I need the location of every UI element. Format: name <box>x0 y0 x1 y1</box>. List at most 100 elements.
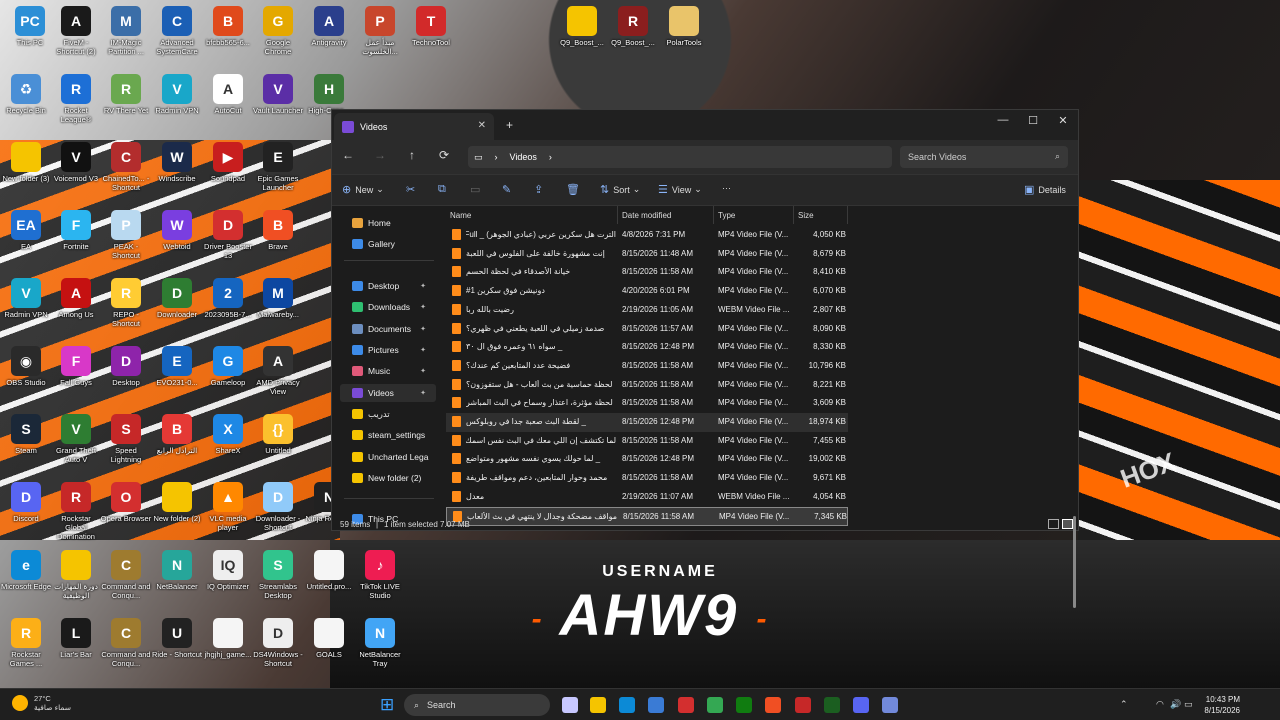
desktop-icon[interactable]: ◉ OBS Studio <box>0 346 52 387</box>
taskbar-app-icon[interactable] <box>882 697 898 713</box>
taskbar-app-icon[interactable] <box>590 697 606 713</box>
new-button[interactable]: ⊕ New ⌄ <box>342 183 384 196</box>
taskbar-app-icon[interactable] <box>824 697 840 713</box>
file-row[interactable]: الترت هل سكرين عربي (عبادي الجوهر) _ Ful… <box>446 226 848 245</box>
desktop-icon[interactable]: D Discord <box>0 482 52 523</box>
desktop-icon[interactable]: PC This PC <box>4 6 56 47</box>
desktop-icon[interactable]: jhgjhj_game... <box>202 618 254 659</box>
desktop-icon[interactable]: D Downloader <box>151 278 203 319</box>
desktop-icon[interactable]: C Command and Conqu... <box>100 550 152 600</box>
desktop-icon[interactable]: X ShareX <box>202 414 254 455</box>
copy-button[interactable]: ⧉ <box>438 183 450 196</box>
refresh-button[interactable]: ⟳ <box>434 148 454 162</box>
desktop-icon[interactable]: T TechnoTool <box>405 6 457 47</box>
breadcrumb-separator-2[interactable]: › <box>549 152 552 162</box>
desktop-icon[interactable]: R Rockstar Global Domination <box>50 482 102 541</box>
desktop-icon[interactable]: R Q9_Boost_... <box>607 6 659 47</box>
desktop-icon[interactable]: M IM-Magic Partition ... <box>100 6 152 56</box>
desktop-icon[interactable]: V Grand Theft Auto V <box>50 414 102 464</box>
desktop-icon[interactable]: ♻ Recycle Bin <box>0 74 52 115</box>
desktop-icon[interactable]: دورة المهارات الوظيفية <box>50 550 102 600</box>
desktop-icon[interactable]: G Google Chrome <box>252 6 304 56</box>
rename-button[interactable]: ✎ <box>502 183 515 196</box>
start-button[interactable]: ⊞ <box>380 695 394 715</box>
file-row[interactable]: محمد وحوار المتابعين، دعم ومواقف طريفة 8/… <box>446 469 848 488</box>
desktop-icon[interactable]: V Radmin VPN <box>0 278 52 319</box>
column-header-name[interactable]: Name <box>446 206 618 224</box>
taskbar-app-icon[interactable] <box>707 697 723 713</box>
desktop-icon[interactable]: ▶ Soundpad <box>202 142 254 183</box>
desktop-icon[interactable]: B Brave <box>252 210 304 251</box>
desktop-icon[interactable]: D DS4Windows - Shortcut <box>252 618 304 668</box>
file-row[interactable]: _ لقطة البث صعبة جدا في روبلوكس 8/15/2026… <box>446 413 848 432</box>
desktop-icon[interactable]: A AutoCut <box>202 74 254 115</box>
desktop-icon[interactable]: U Ride - Shortcut <box>151 618 203 659</box>
file-row[interactable]: دونيشن فوق سكرين 1# 4/20/2026 6:01 PM MP4 … <box>446 282 848 301</box>
view-button[interactable]: ☰ View ⌄ <box>658 183 702 196</box>
desktop-icon[interactable]: C Command and Conqu... <box>100 618 152 668</box>
new-tab-button[interactable]: + <box>506 118 513 132</box>
desktop-icon[interactable]: O Opera Browser <box>100 482 152 523</box>
sort-button[interactable]: ⇅ Sort ⌄ <box>600 183 640 196</box>
tab-close-icon[interactable]: ✕ <box>478 120 486 131</box>
delete-button[interactable]: 🗑 <box>566 183 584 196</box>
search-input[interactable]: Search Videos ⌕ <box>900 146 1068 168</box>
up-button[interactable]: ↑ <box>402 148 422 162</box>
desktop-icon[interactable]: E EVO231-0... <box>151 346 203 387</box>
breadcrumb-videos[interactable]: Videos <box>510 152 537 162</box>
desktop-icon[interactable]: E Epic Games Launcher <box>252 142 304 192</box>
desktop-icon[interactable]: S Steam <box>0 414 52 455</box>
file-row[interactable]: _ سواه ٦١ وعمره فوق ال ٣٠ 8/15/2026 12:48… <box>446 338 848 357</box>
sidebar-item[interactable]: Videos ✦ <box>340 384 436 402</box>
sidebar-item[interactable]: steam_settings <box>340 426 436 444</box>
weather-widget[interactable]: 27°C سماء صافية <box>12 694 71 712</box>
desktop-icon[interactable]: R RV There Yet <box>100 74 152 115</box>
desktop-icon[interactable]: N NetBalancer <box>151 550 203 591</box>
desktop-icon[interactable]: S Speed Lightning <box>100 414 152 464</box>
desktop-icon[interactable]: V Radmin VPN <box>151 74 203 115</box>
desktop-icon[interactable]: Bbfcbb565-6... <box>202 6 254 47</box>
clock[interactable]: 10:43 PM 8/15/2026 <box>1196 694 1240 716</box>
desktop-icon[interactable]: G Gameloop <box>202 346 254 387</box>
taskbar-app-icon[interactable] <box>736 697 752 713</box>
file-row[interactable]: _ لما حولك يسوي نفسه مشهور ومتواضع 8/15/2… <box>446 450 848 469</box>
sidebar-item[interactable]: New folder (2) <box>340 469 436 487</box>
desktop-icon[interactable]: A Antigravity <box>303 6 355 47</box>
desktop-icon[interactable]: ▲ VLC media player <box>202 482 254 532</box>
file-row[interactable]: إنت مشهورة خالفة على الفلوس في اللعبة 8/1… <box>446 245 848 264</box>
desktop-icon[interactable]: N NetBalancer Tray <box>354 618 406 668</box>
desktop-icon[interactable]: V Voicemod V3 <box>50 142 102 183</box>
taskbar-app-icon[interactable] <box>853 697 869 713</box>
paste-button[interactable]: ▭ <box>470 183 484 196</box>
desktop-icon[interactable]: C Advanced SystemCare <box>151 6 203 56</box>
sidebar-item[interactable]: Uncharted Lega <box>340 448 436 466</box>
maximize-button[interactable]: ☐ <box>1018 114 1048 127</box>
desktop-icon[interactable]: ♪ TikTok LIVE Studio <box>354 550 406 600</box>
breadcrumb-separator[interactable]: › <box>495 152 498 162</box>
desktop-icon[interactable]: D Driver Booster 13 <box>202 210 254 260</box>
desktop-icon[interactable]: F Fortnite <box>50 210 102 251</box>
sidebar-item[interactable]: Home <box>340 214 436 232</box>
sidebar-item[interactable]: Downloads ✦ <box>340 298 436 316</box>
sidebar-item[interactable]: Desktop ✦ <box>340 277 436 295</box>
taskbar-search[interactable]: ⌕ Search <box>404 694 550 716</box>
desktop-icon[interactable]: R Rocket League® <box>50 74 102 124</box>
desktop-icon[interactable]: {} Untitled <box>252 414 304 455</box>
desktop-icon[interactable]: Untitled.pro... <box>303 550 355 591</box>
column-header-size[interactable]: Size <box>794 206 848 224</box>
back-button[interactable]: ← <box>338 148 358 162</box>
sidebar-item[interactable]: Documents ✦ <box>340 320 436 338</box>
desktop-icon[interactable]: D Downloader - Shortcut <box>252 482 304 532</box>
tab-videos[interactable]: Videos ✕ <box>334 113 494 140</box>
desktop-icon[interactable]: W Windscribe <box>151 142 203 183</box>
taskbar-app-icon[interactable] <box>648 697 664 713</box>
desktop-icon[interactable]: e Microsoft Edge <box>0 550 52 591</box>
wifi-icon[interactable]: ◠ <box>1156 699 1164 710</box>
desktop-icon[interactable]: A Among Us <box>50 278 102 319</box>
desktop-icon[interactable]: A AMD Privacy View <box>252 346 304 396</box>
desktop-icon[interactable]: W Webtoid <box>151 210 203 251</box>
desktop-icon[interactable]: Q9_Boost_... <box>556 6 608 47</box>
desktop-icon[interactable]: IQ IQ Optimizer <box>202 550 254 591</box>
taskbar-app-icon[interactable] <box>619 697 635 713</box>
desktop-icon[interactable]: EA EA <box>0 210 52 251</box>
